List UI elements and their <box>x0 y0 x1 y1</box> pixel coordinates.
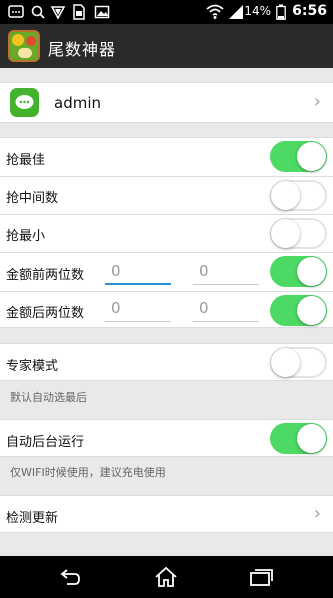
setting-row-grab-best: 抢最佳 <box>0 138 333 176</box>
settings-group: 抢最佳 抢中间数 抢最小 金额前两位数 0 0 金额后两位数 0 0 <box>0 137 333 328</box>
back-icon[interactable] <box>57 564 83 590</box>
setting-row-amount-prefix: 金额前两位数 0 0 <box>0 253 333 291</box>
prefix-input-1[interactable]: 0 <box>105 259 171 285</box>
account-row[interactable]: admin › <box>0 82 333 123</box>
prefix-input-2[interactable]: 0 <box>193 259 259 285</box>
wifi-icon <box>206 4 224 24</box>
navigation-bar <box>0 556 333 598</box>
grab-smallest-label: 抢最小 <box>6 229 46 244</box>
status-bar: 14% 6:56 <box>0 0 333 24</box>
auto-background-row: 自动后台运行 <box>0 419 333 457</box>
image-icon <box>94 4 110 24</box>
expert-mode-label: 专家模式 <box>6 359 59 374</box>
amount-suffix-label: 金额后两位数 <box>6 306 85 321</box>
battery-percent: 14% <box>244 4 271 18</box>
grab-best-toggle[interactable] <box>270 141 327 172</box>
app-bar: 尾数神器 <box>0 24 333 68</box>
chat-icon <box>10 88 39 117</box>
account-username: admin <box>54 94 101 112</box>
grab-smallest-toggle[interactable] <box>270 218 327 249</box>
auto-background-toggle[interactable] <box>270 423 327 454</box>
chevron-right-icon: › <box>313 503 321 524</box>
expert-mode-toggle[interactable] <box>270 347 327 378</box>
recent-apps-icon[interactable] <box>248 564 274 590</box>
notification-icon <box>8 4 24 24</box>
shield-icon <box>50 4 66 24</box>
battery-icon <box>276 4 286 24</box>
setting-row-grab-smallest: 抢最小 <box>0 215 333 252</box>
suffix-input-2[interactable]: 0 <box>193 296 259 322</box>
check-update-row[interactable]: 检测更新 › <box>0 495 333 533</box>
grab-middle-label: 抢中间数 <box>6 191 59 206</box>
amount-prefix-label: 金额前两位数 <box>6 268 85 283</box>
signal-icon <box>228 4 244 24</box>
app-title: 尾数神器 <box>48 40 117 59</box>
amount-prefix-toggle[interactable] <box>270 256 327 287</box>
suffix-input-1[interactable]: 0 <box>105 296 171 322</box>
grab-best-label: 抢最佳 <box>6 153 46 168</box>
chevron-right-icon: › <box>313 91 321 112</box>
setting-row-grab-middle: 抢中间数 <box>0 177 333 214</box>
grab-middle-toggle[interactable] <box>270 180 327 211</box>
expert-mode-row: 专家模式 <box>0 343 333 381</box>
clock: 6:56 <box>292 3 327 19</box>
check-update-label: 检测更新 <box>6 511 59 526</box>
home-icon[interactable] <box>153 564 179 590</box>
auto-background-hint: 仅WIFI时候使用，建议充电使用 <box>10 466 166 479</box>
app-logo-icon[interactable] <box>8 30 40 62</box>
search-icon <box>30 4 46 24</box>
auto-background-label: 自动后台运行 <box>6 435 85 450</box>
amount-suffix-toggle[interactable] <box>270 295 327 326</box>
setting-row-amount-suffix: 金额后两位数 0 0 <box>0 292 333 329</box>
sim-card-icon <box>72 4 86 24</box>
expert-mode-hint: 默认自动选最后 <box>10 391 87 404</box>
